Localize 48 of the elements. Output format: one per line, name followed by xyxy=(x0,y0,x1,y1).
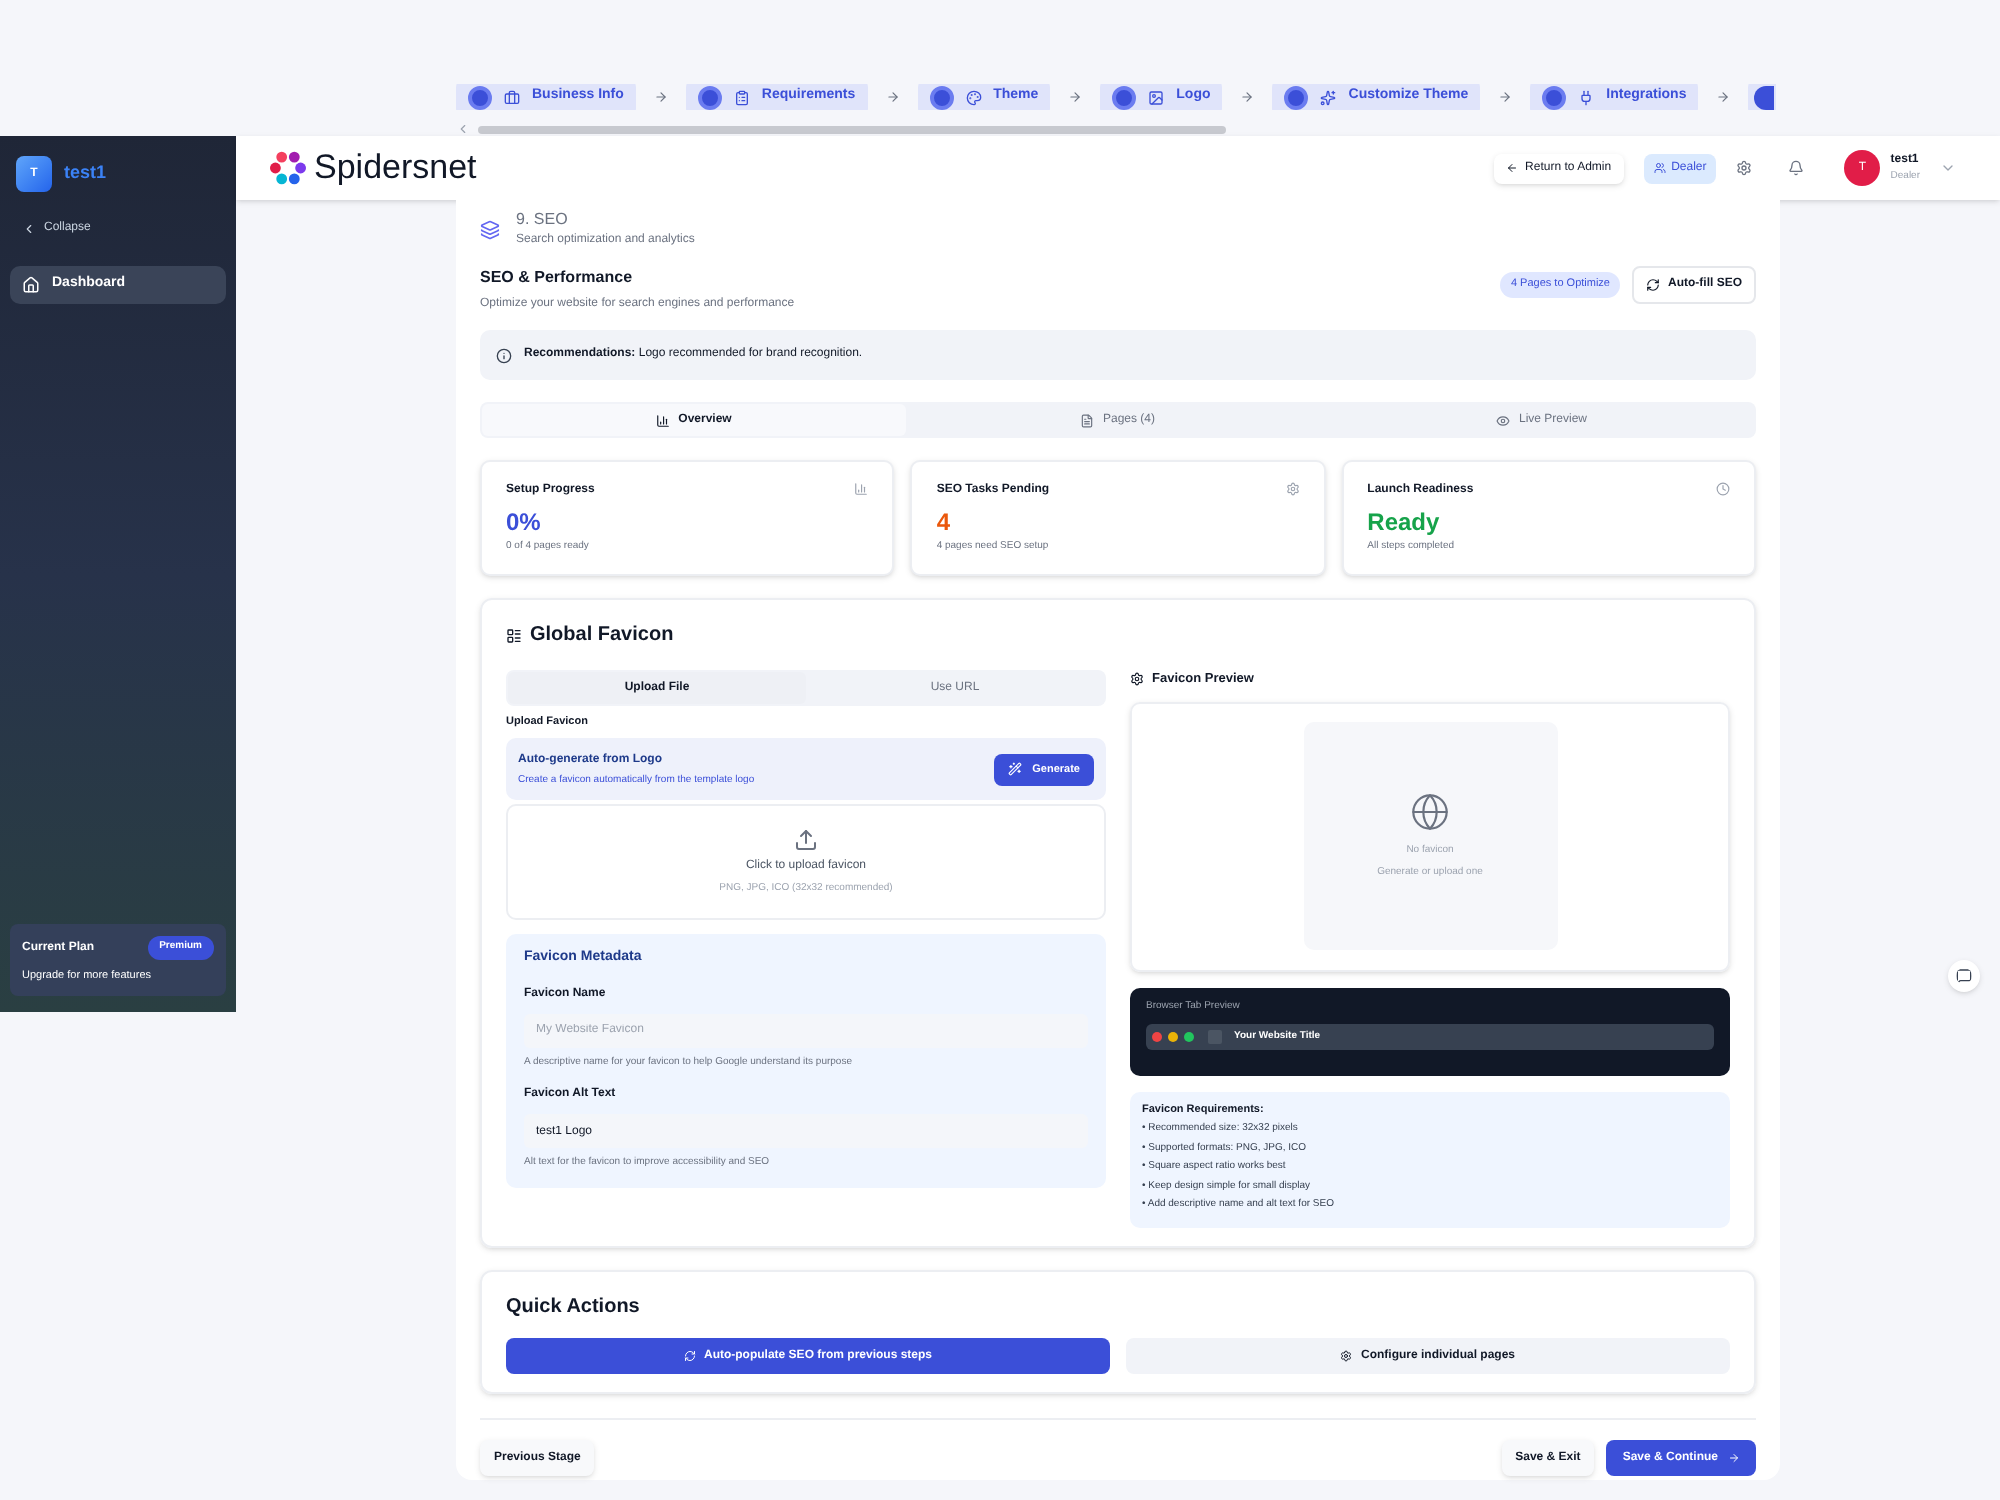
tab-icon xyxy=(1496,413,1511,427)
brand-name: Spidersnet xyxy=(314,146,477,191)
arrow-icon xyxy=(1716,90,1731,104)
layers-icon xyxy=(480,219,500,239)
step-icon xyxy=(1320,89,1337,105)
refresh-icon xyxy=(683,1350,696,1362)
step-icon xyxy=(733,89,750,105)
refresh-icon xyxy=(1646,278,1660,292)
arrow-icon xyxy=(1240,90,1255,104)
step-icon xyxy=(1578,89,1595,105)
bell-icon[interactable] xyxy=(1788,160,1805,176)
chevron-left-icon xyxy=(22,222,36,236)
chevron-down-icon[interactable] xyxy=(1940,160,1956,176)
settings-icon[interactable] xyxy=(1736,160,1753,176)
arrow-right-icon xyxy=(1728,1452,1740,1464)
list-icon xyxy=(506,627,522,643)
arrow-icon xyxy=(1498,90,1513,104)
globe-icon xyxy=(1410,792,1450,833)
gear-icon xyxy=(1130,672,1144,687)
step-icon xyxy=(965,89,982,105)
scrollbar-thumb[interactable] xyxy=(478,125,1226,133)
stat-value: Ready xyxy=(1367,506,1442,540)
card-title: Global Favicon xyxy=(530,622,674,650)
stat-icon xyxy=(1715,482,1730,496)
stat-value: 4 xyxy=(936,506,953,540)
stat-icon xyxy=(854,482,869,496)
users-icon xyxy=(1653,162,1666,174)
gear-icon xyxy=(1340,1350,1353,1362)
arrow-left-icon xyxy=(1505,162,1518,174)
upload-icon xyxy=(794,828,818,852)
tab-icon xyxy=(1080,413,1095,427)
tab-icon xyxy=(656,413,671,427)
step-title: 9. SEO xyxy=(516,208,570,232)
step-icon xyxy=(1148,89,1165,105)
arrow-icon xyxy=(653,90,668,104)
workspace-name: test1 xyxy=(64,160,107,187)
stat-icon xyxy=(1285,482,1300,496)
wand-icon xyxy=(1008,762,1023,777)
chat-icon[interactable] xyxy=(1948,960,1980,992)
section-title: SEO & Performance xyxy=(480,266,635,290)
arrow-icon xyxy=(885,90,900,104)
card-title: Quick Actions xyxy=(506,1294,642,1322)
info-icon xyxy=(496,347,512,363)
home-icon xyxy=(22,276,40,294)
step-icon xyxy=(504,89,520,105)
stat-value: 0% xyxy=(506,506,543,540)
logo-icon xyxy=(270,150,306,186)
arrow-icon xyxy=(1068,90,1083,104)
